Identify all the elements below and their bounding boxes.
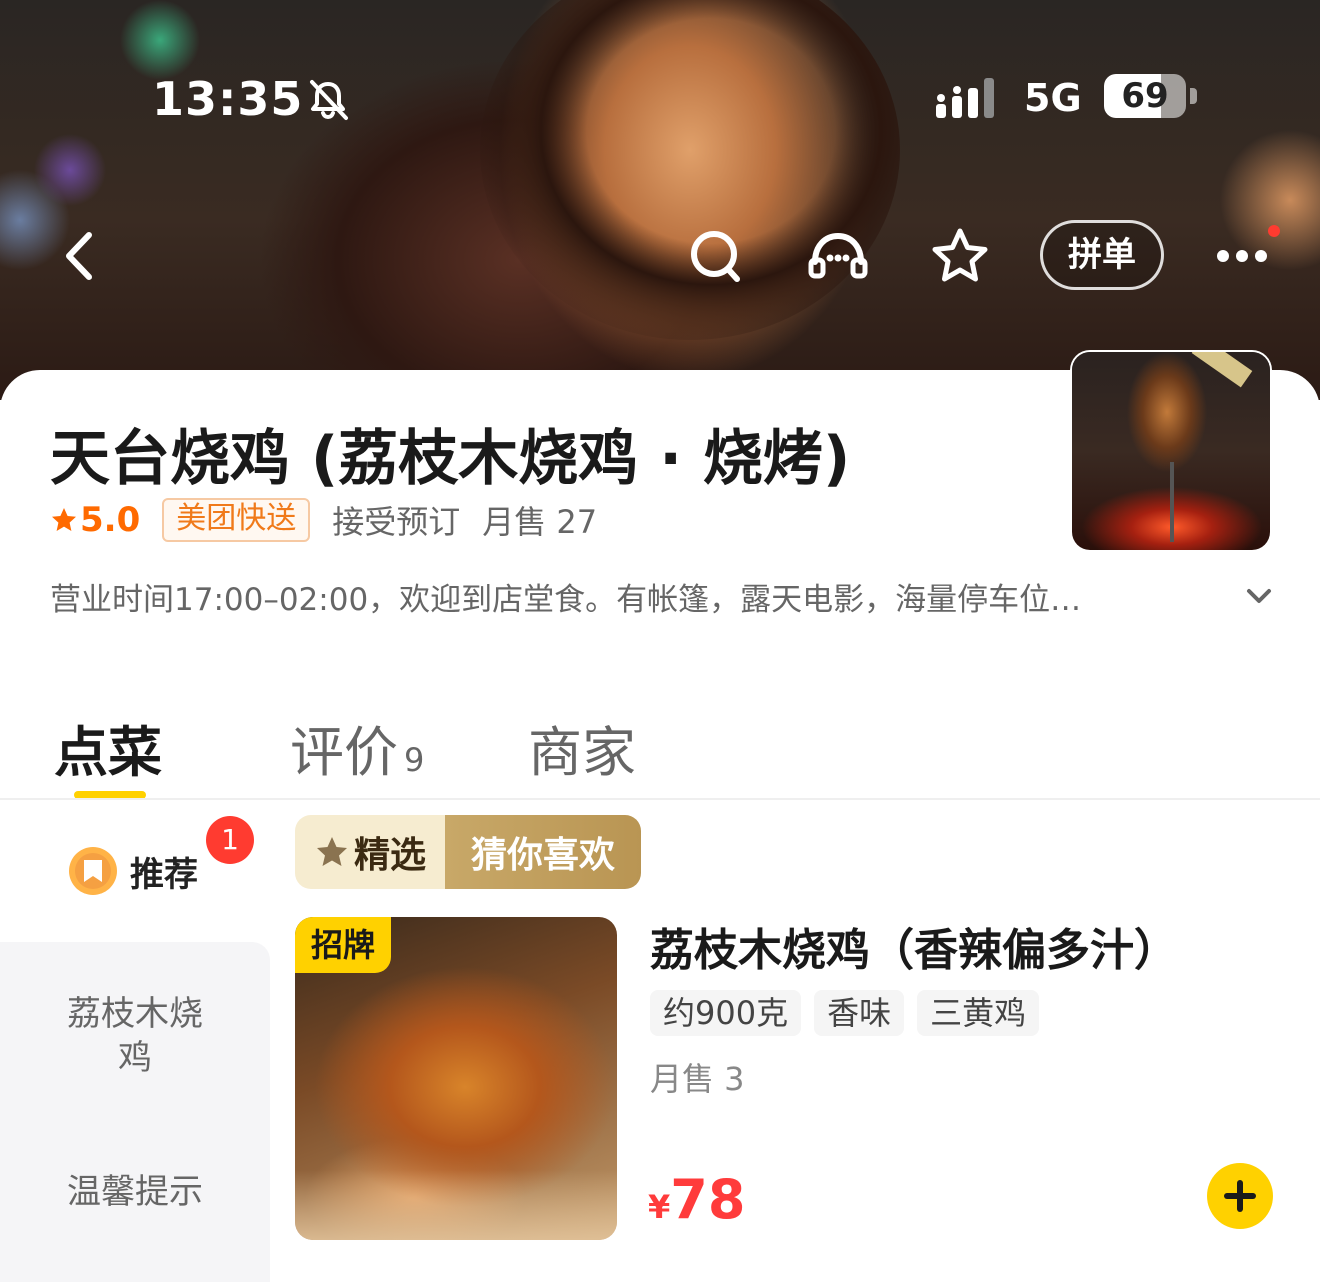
reservation-label: 接受预订 bbox=[332, 503, 461, 541]
back-icon bbox=[66, 232, 92, 280]
search-button[interactable] bbox=[686, 226, 746, 286]
favorite-button[interactable] bbox=[928, 226, 992, 286]
price-value: 78 bbox=[670, 1168, 746, 1231]
thumbnail-stand bbox=[1170, 462, 1174, 542]
bell-slash-icon bbox=[310, 80, 348, 120]
delivery-tag: 美团快送 bbox=[162, 498, 311, 542]
sidebar-item-label: 温馨提示 bbox=[67, 1172, 203, 1212]
signal-icon bbox=[936, 78, 994, 118]
featured-tab[interactable]: 精选 bbox=[295, 815, 445, 889]
rating-value: 5.0 bbox=[80, 500, 141, 540]
dish-tag: 香味 bbox=[814, 990, 905, 1036]
section-header: 精选 猜你喜欢 bbox=[295, 815, 641, 889]
store-name: 天台烧鸡 (荔枝木烧鸡 · 烧烤) bbox=[50, 424, 851, 494]
recommend-icon bbox=[69, 847, 117, 895]
back-button[interactable] bbox=[52, 226, 104, 286]
price-currency: ¥ bbox=[648, 1188, 671, 1226]
tab-order-label: 点菜 bbox=[54, 721, 162, 784]
banner-shading bbox=[480, 0, 900, 340]
monthly-sales-label: 月售 27 bbox=[482, 503, 598, 541]
tab-merchant-label: 商家 bbox=[528, 721, 636, 784]
more-button[interactable] bbox=[1212, 236, 1272, 276]
dish-monthly-sales: 月售 3 bbox=[650, 1060, 745, 1098]
rating-star-icon bbox=[52, 508, 76, 531]
search-icon bbox=[691, 231, 740, 282]
star-icon bbox=[932, 228, 988, 282]
sidebar-item-recommend[interactable]: 推荐 bbox=[68, 846, 198, 896]
dish-image-paper bbox=[295, 1170, 617, 1240]
store-meta-row: 5.0 美团快送 接受预订 月售 27 bbox=[50, 498, 597, 542]
status-time: 13:35 bbox=[152, 72, 304, 126]
chevron-down-icon[interactable] bbox=[1244, 584, 1274, 608]
tab-divider bbox=[0, 798, 1320, 800]
star-icon bbox=[316, 837, 347, 866]
tab-reviews-count: 9 bbox=[404, 741, 425, 779]
signature-badge: 招牌 bbox=[295, 917, 391, 973]
thumbnail-rod bbox=[1191, 352, 1253, 388]
tab-reviews[interactable]: 评价 9 bbox=[290, 708, 424, 787]
tab-reviews-label: 评价 bbox=[290, 721, 398, 784]
battery-indicator: 69 bbox=[1104, 74, 1186, 118]
dish-price: ¥78 bbox=[648, 1168, 745, 1231]
battery-tip bbox=[1190, 88, 1197, 104]
network-label: 5G bbox=[1024, 76, 1082, 120]
tab-order[interactable]: 点菜 bbox=[54, 708, 162, 787]
sidebar-item-lychee-chicken[interactable]: 荔枝木烧鸡 bbox=[0, 992, 270, 1080]
guess-you-like-tab[interactable]: 猜你喜欢 bbox=[445, 815, 641, 889]
plus-icon bbox=[1224, 1180, 1256, 1212]
battery-percent: 69 bbox=[1121, 76, 1169, 116]
sidebar-item-recommend-label: 推荐 bbox=[130, 854, 198, 895]
chat-button[interactable] bbox=[806, 226, 870, 286]
chat-icon bbox=[808, 232, 868, 279]
store-banner-image bbox=[0, 0, 1320, 400]
store-thumbnail[interactable] bbox=[1072, 352, 1270, 550]
dish-tag: 约900克 bbox=[650, 990, 802, 1036]
more-icon bbox=[1217, 250, 1267, 262]
guess-you-like-label: 猜你喜欢 bbox=[470, 835, 615, 876]
dish-tags: 约900克 香味 三黄鸡 bbox=[650, 990, 1052, 1036]
notification-dot bbox=[1268, 225, 1280, 237]
store-notice[interactable]: 营业时间17:00–02:00，欢迎到店堂食。有帐篷，露天电影，海量停车位… bbox=[50, 574, 1081, 619]
sidebar-item-tips[interactable]: 温馨提示 bbox=[0, 1170, 270, 1214]
featured-label: 精选 bbox=[353, 835, 426, 876]
add-to-cart-button[interactable] bbox=[1207, 1163, 1273, 1229]
dish-title[interactable]: 荔枝木烧鸡（香辣偏多汁） bbox=[650, 914, 1178, 978]
store-rating: 5.0 bbox=[50, 500, 140, 540]
dish-tag: 三黄鸡 bbox=[917, 990, 1040, 1036]
sidebar-item-label: 荔枝木烧鸡 bbox=[67, 994, 203, 1078]
group-order-button[interactable]: 拼单 bbox=[1040, 220, 1164, 290]
tab-merchant[interactable]: 商家 bbox=[528, 708, 636, 787]
recommend-count-badge: 1 bbox=[206, 816, 254, 864]
